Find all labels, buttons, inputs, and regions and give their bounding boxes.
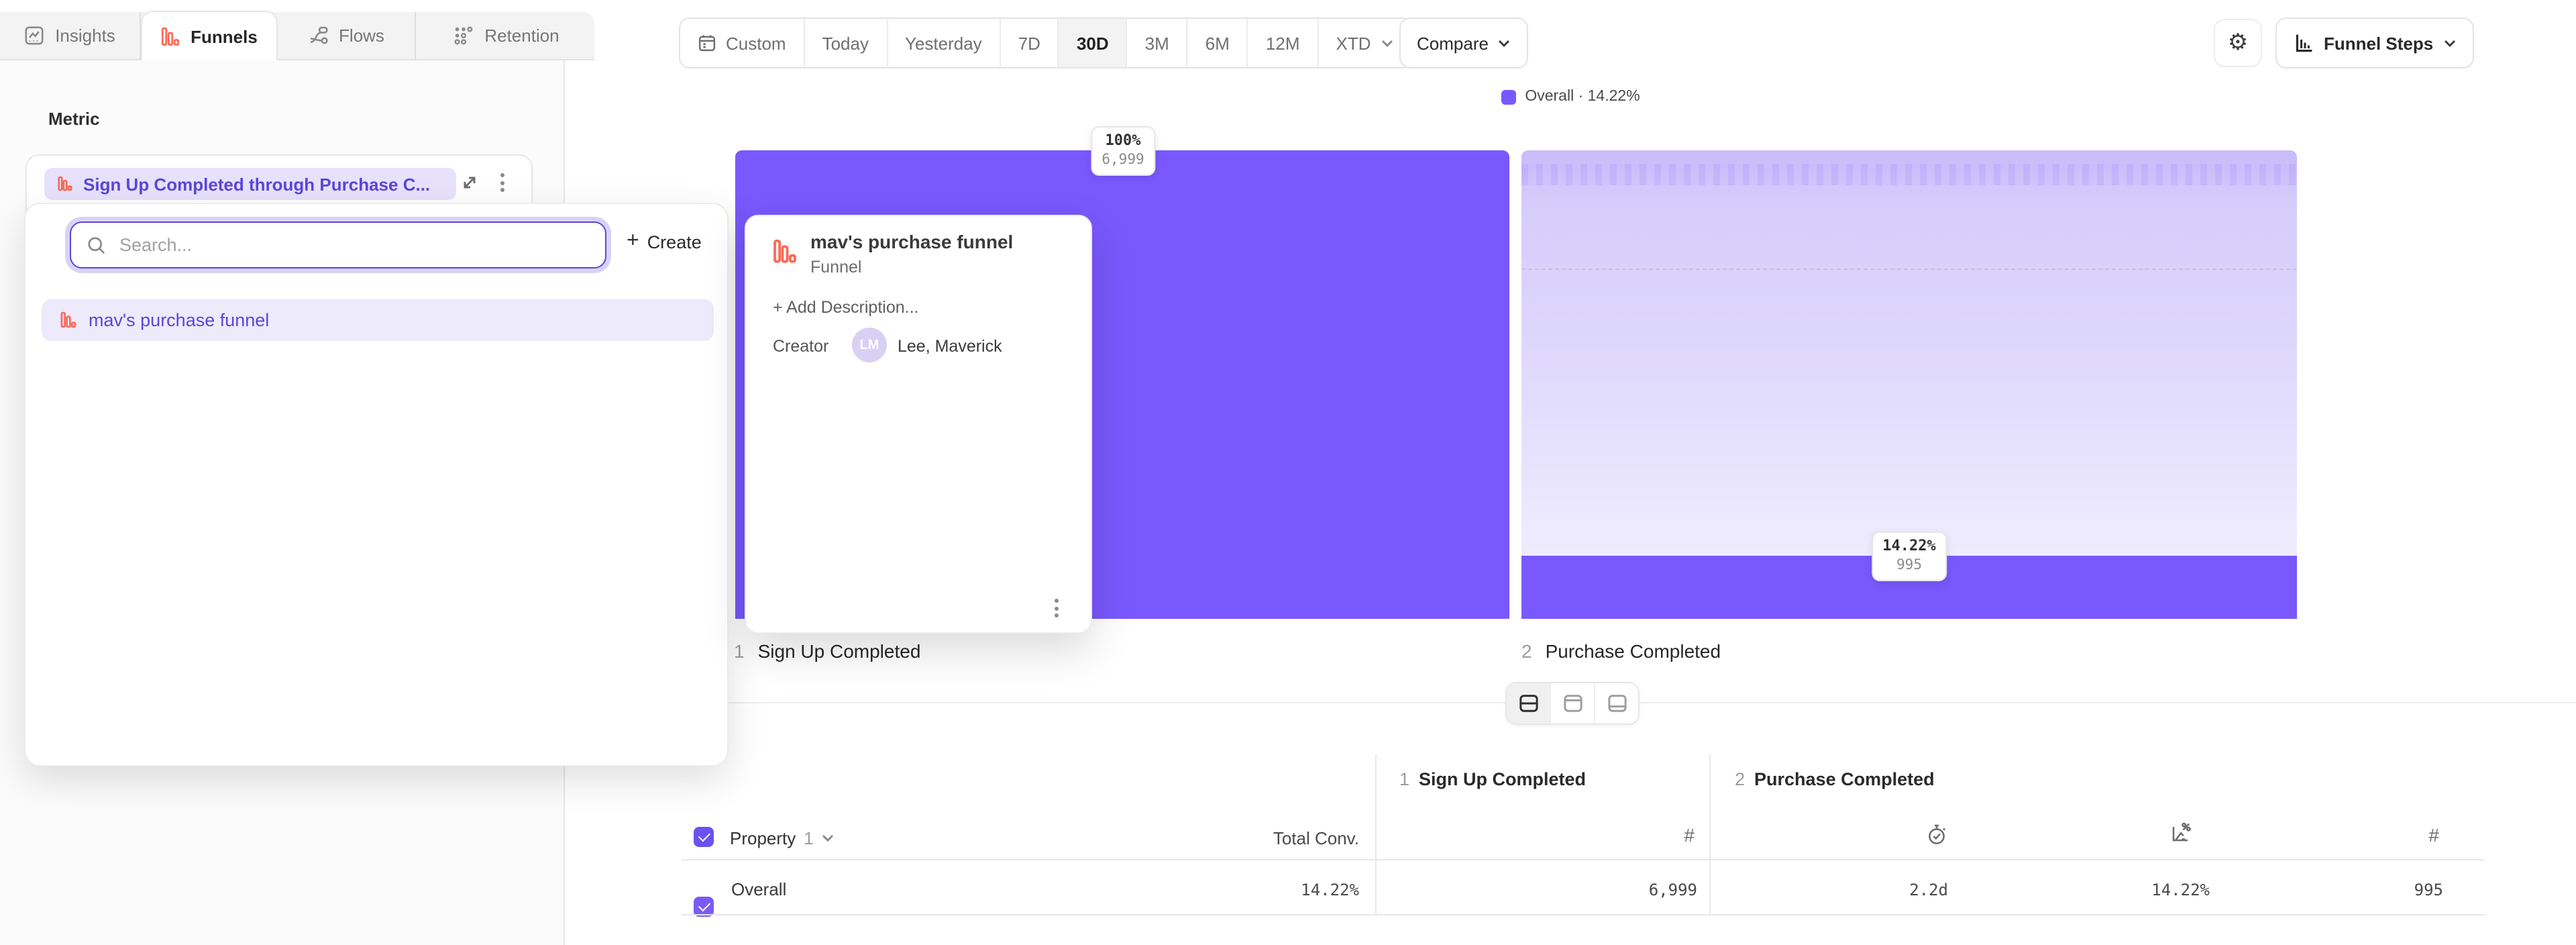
table-group-divider-2 [1709, 754, 1711, 914]
tab-funnels[interactable]: Funnels [141, 11, 278, 60]
total-conv-header: Total Conv. [1185, 828, 1359, 848]
date-range-3m[interactable]: 3M [1126, 19, 1187, 67]
tab-label: Funnels [191, 26, 258, 46]
dropoff-dashed-line [1521, 268, 2297, 270]
table-row-border [682, 914, 2485, 915]
tab-label: Flows [339, 26, 384, 46]
step2-value-badge: 14.22% 995 [1872, 532, 1947, 582]
tab-label: Retention [484, 26, 559, 46]
view-selector-button[interactable]: Funnel Steps [2275, 17, 2473, 68]
property-header-checkbox[interactable] [694, 827, 714, 847]
date-range-selector: Custom Today Yesterday 7D 30D 3M 6M 12M … [679, 17, 1413, 68]
search-result-item[interactable]: mav's purchase funnel [42, 299, 714, 341]
table-group-step2: 2 Purchase Completed [1735, 769, 1935, 789]
overall-row-label: Overall [731, 879, 786, 899]
search-input[interactable] [117, 234, 589, 256]
calendar-icon [698, 34, 716, 52]
create-button[interactable]: + Create [627, 231, 702, 252]
overall-total-conv: 14.22% [1185, 881, 1359, 899]
creator-name: Lee, Maverick [898, 337, 1002, 356]
date-range-7d[interactable]: 7D [1000, 19, 1058, 67]
funnels-icon [161, 26, 180, 46]
details-type: Funnel [810, 258, 861, 277]
date-range-30d[interactable]: 30D [1058, 19, 1126, 67]
count-column-icon-step1: # [1641, 824, 1695, 846]
compare-button[interactable]: Compare [1399, 17, 1529, 68]
funnel-icon [773, 239, 797, 264]
metric-options-button[interactable] [498, 170, 507, 195]
avatar: LM [852, 328, 887, 362]
funnel-icon [60, 311, 76, 329]
legend-swatch [1501, 89, 1515, 104]
insights-icon [24, 26, 44, 46]
funnel-icon [58, 176, 72, 192]
date-range-today[interactable]: Today [804, 19, 886, 67]
chevron-down-icon [822, 834, 835, 843]
count-column-icon-step2: # [2385, 824, 2439, 846]
search-box [70, 221, 606, 268]
table-header-border [682, 859, 2485, 860]
overall-conv-rate: 14.22% [2035, 881, 2210, 899]
overall-avg-time: 2.2d [1774, 881, 1948, 899]
overall-step1-count: 6,999 [1523, 881, 1697, 899]
legend-label: Overall · 14.22% [1525, 89, 1640, 105]
layout-split-view-button[interactable] [1507, 683, 1550, 724]
funnel-details-card: mav's purchase funnel Funnel + Add Descr… [745, 215, 1092, 634]
conversion-rate-column-icon [2169, 822, 2192, 844]
expand-icon [459, 172, 480, 193]
app-window: Insights Funnels Flows [0, 0, 2576, 945]
chart-legend[interactable]: Overall · 14.22% [565, 86, 2576, 107]
result-label: mav's purchase funnel [89, 310, 269, 330]
date-range-custom[interactable]: Custom [680, 19, 804, 67]
selected-metric-label: Sign Up Completed through Purchase C... [83, 174, 430, 194]
search-icon [87, 236, 106, 254]
tab-retention[interactable]: Retention [416, 12, 597, 59]
layout-toggle-group [1505, 682, 1640, 725]
property-dropdown[interactable]: Property 1 [730, 828, 835, 848]
metric-section-heading: Metric [48, 109, 100, 129]
layout-bottom-view-button[interactable] [1594, 683, 1638, 724]
plus-icon: + [627, 231, 639, 252]
retention-icon [453, 26, 474, 46]
chevron-down-icon [2443, 38, 2456, 48]
dropoff-texture [1521, 164, 2297, 185]
details-options-button[interactable] [1052, 596, 1061, 620]
overall-step2-count: 995 [2269, 881, 2443, 899]
tab-insights[interactable]: Insights [0, 12, 141, 59]
flows-icon [308, 26, 328, 46]
table-group-step1: 1 Sign Up Completed [1399, 769, 1586, 789]
tab-flows[interactable]: Flows [278, 12, 416, 59]
settings-button[interactable]: ⚙ [2214, 19, 2262, 67]
chevron-down-icon [1381, 38, 1394, 48]
chevron-down-icon [1498, 38, 1511, 48]
add-description-button[interactable]: + Add Description... [773, 298, 919, 317]
selected-metric-pill[interactable]: Sign Up Completed through Purchase C... [44, 168, 456, 200]
report-tab-strip: Insights Funnels Flows [0, 12, 594, 60]
funnel-steps-chart-icon [2293, 32, 2314, 54]
date-range-12m[interactable]: 12M [1247, 19, 1318, 67]
step1-value-badge: 100% 6,999 [1091, 126, 1155, 177]
layout-top-view-button[interactable] [1550, 683, 1594, 724]
date-range-xtd[interactable]: XTD [1318, 19, 1411, 67]
tab-label: Insights [55, 26, 115, 46]
date-range-yesterday[interactable]: Yesterday [886, 19, 1000, 67]
table-group-divider-1 [1375, 754, 1377, 914]
step2-axis-label: 2 Purchase Completed [1521, 640, 1721, 662]
funnel-dropoff-step2 [1521, 150, 2297, 556]
step1-axis-label: 1 Sign Up Completed [734, 640, 920, 662]
date-range-6m[interactable]: 6M [1187, 19, 1247, 67]
details-title: mav's purchase funnel [810, 231, 1013, 252]
expand-metric-button[interactable] [459, 172, 480, 193]
creator-label: Creator [773, 337, 828, 356]
avg-time-column-icon [1925, 823, 1948, 846]
metric-search-popup: + Create mav's purchase funnel [24, 203, 729, 766]
gear-icon: ⚙ [2228, 32, 2249, 54]
